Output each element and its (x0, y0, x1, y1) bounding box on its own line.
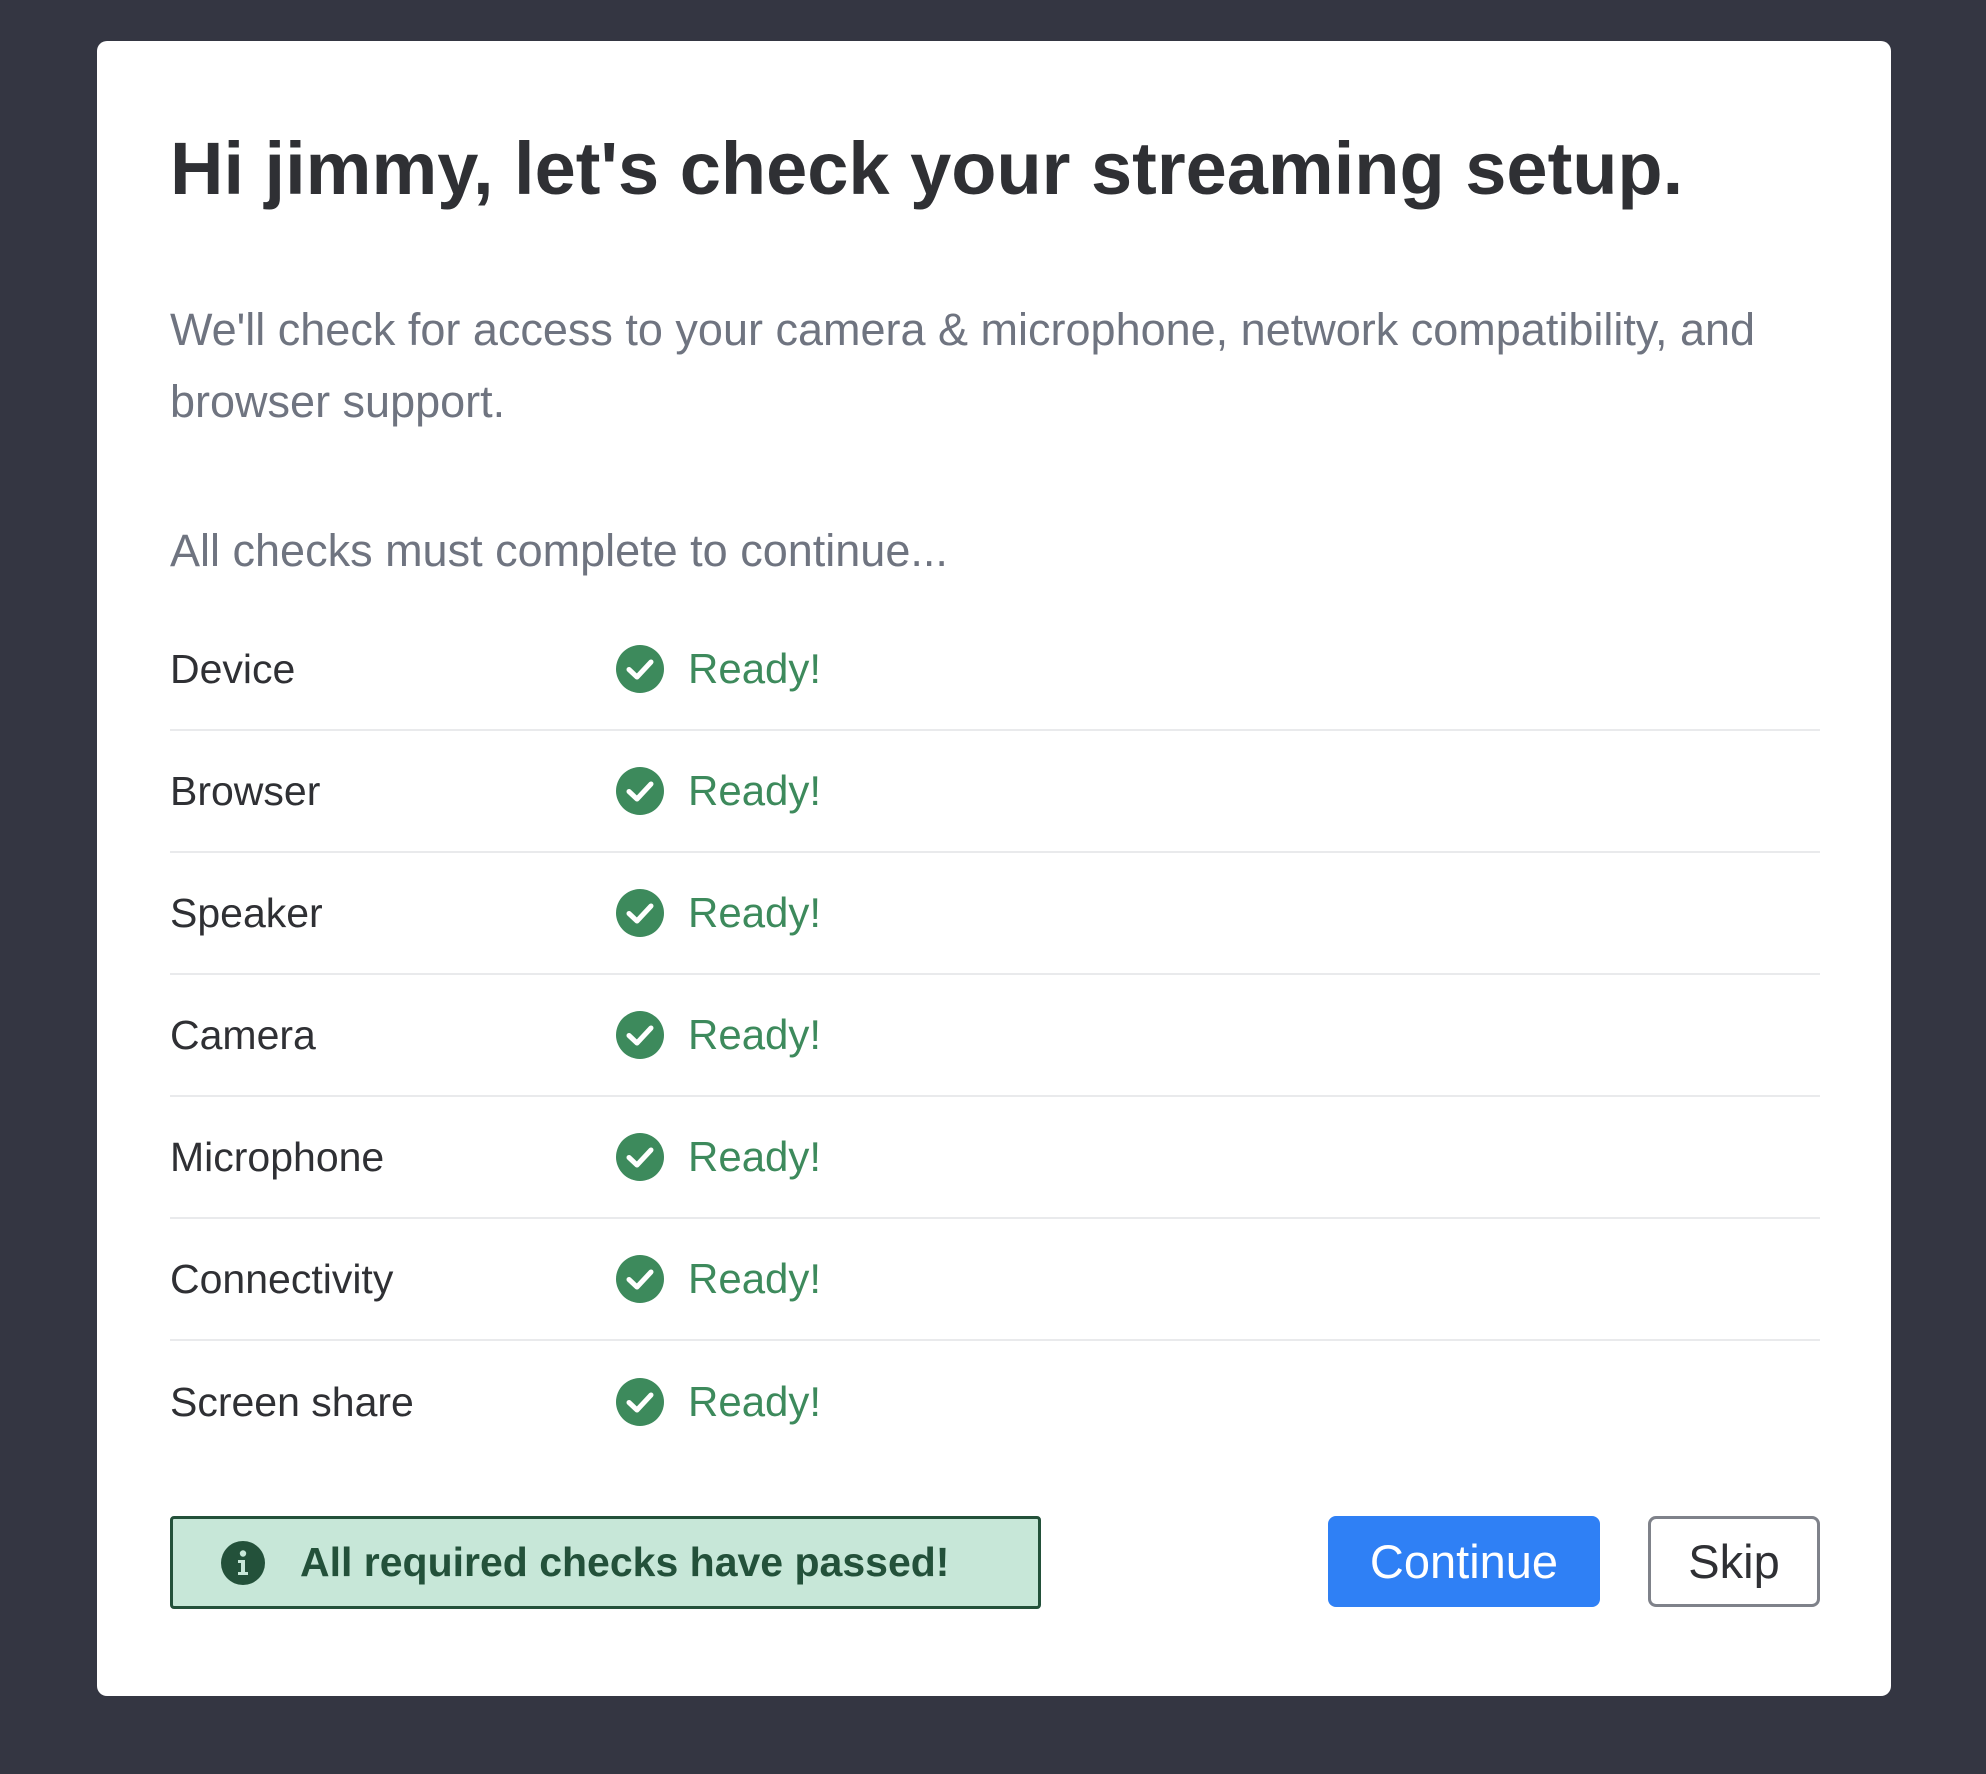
check-name: Speaker (170, 889, 323, 936)
check-status: Ready! (688, 1255, 822, 1302)
check-circle-icon (616, 1255, 664, 1303)
continue-button[interactable]: Continue (1328, 1516, 1600, 1607)
check-row-browser: Browser Ready! (170, 731, 1820, 853)
check-name: Device (170, 645, 296, 692)
check-circle-icon (616, 1011, 664, 1059)
check-row-screen-share: Screen share Ready! (170, 1341, 1820, 1463)
check-circle-icon (616, 767, 664, 815)
banner-text: All required checks have passed! (300, 1539, 950, 1585)
check-row-connectivity: Connectivity Ready! (170, 1219, 1820, 1341)
check-circle-icon (616, 889, 664, 937)
checks-note: All checks must complete to continue... (170, 525, 948, 576)
checks-passed-banner: All required checks have passed! (170, 1516, 1041, 1609)
check-status: Ready! (688, 767, 822, 814)
check-row-camera: Camera Ready! (170, 975, 1820, 1097)
check-circle-icon (616, 1133, 664, 1181)
check-name: Microphone (170, 1133, 385, 1180)
check-row-speaker: Speaker Ready! (170, 853, 1820, 975)
info-icon (221, 1540, 265, 1585)
check-name: Browser (170, 767, 321, 814)
skip-button[interactable]: Skip (1648, 1516, 1820, 1607)
check-status: Ready! (688, 1133, 822, 1180)
check-row-microphone: Microphone Ready! (170, 1097, 1820, 1219)
setup-check-dialog: Hi jimmy, let's check your streaming set… (97, 41, 1891, 1696)
checks-list: Device Ready! Browser Ready! Speaker Rea… (170, 609, 1820, 1463)
check-row-device: Device Ready! (170, 609, 1820, 731)
dialog-description: We'll check for access to your camera & … (170, 304, 1756, 427)
check-circle-icon (616, 1378, 664, 1426)
check-status: Ready! (688, 1011, 822, 1058)
check-status: Ready! (688, 889, 822, 936)
check-status: Ready! (688, 645, 822, 692)
check-status: Ready! (688, 1378, 822, 1425)
dialog-title: Hi jimmy, let's check your streaming set… (170, 127, 1684, 210)
check-name: Connectivity (170, 1255, 394, 1302)
check-name: Screen share (170, 1378, 414, 1425)
check-name: Camera (170, 1011, 316, 1058)
check-circle-icon (616, 645, 664, 693)
